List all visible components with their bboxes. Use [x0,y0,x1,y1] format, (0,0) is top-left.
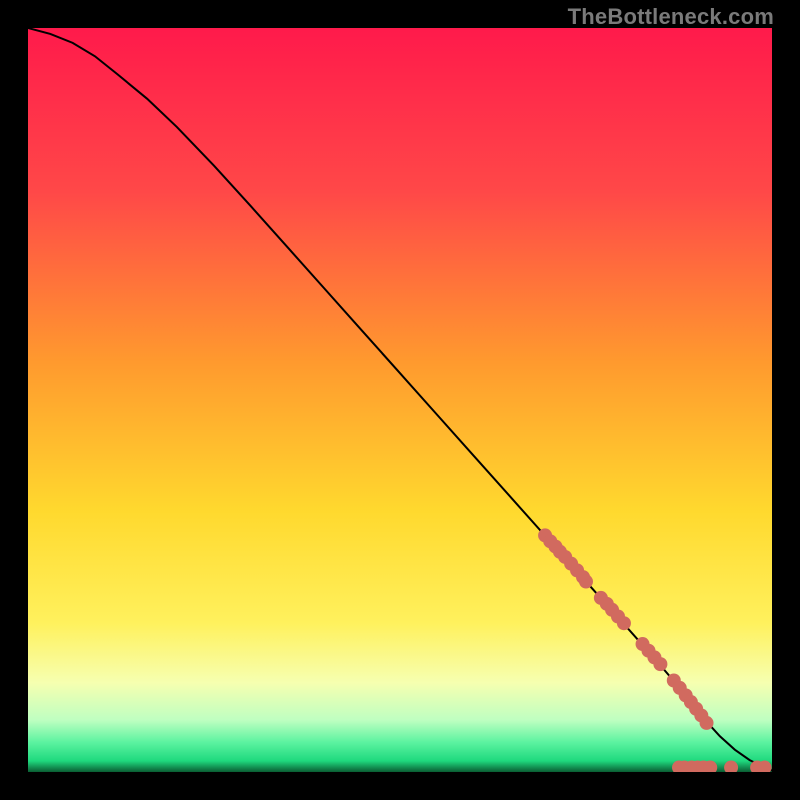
scatter-point [653,657,667,671]
scatter-point [617,616,631,630]
chart-svg [28,28,772,772]
plot-area [28,28,772,772]
watermark-text: TheBottleneck.com [568,4,774,30]
scatter-point [700,716,714,730]
chart-frame: TheBottleneck.com [0,0,800,800]
scatter-point [579,575,593,589]
